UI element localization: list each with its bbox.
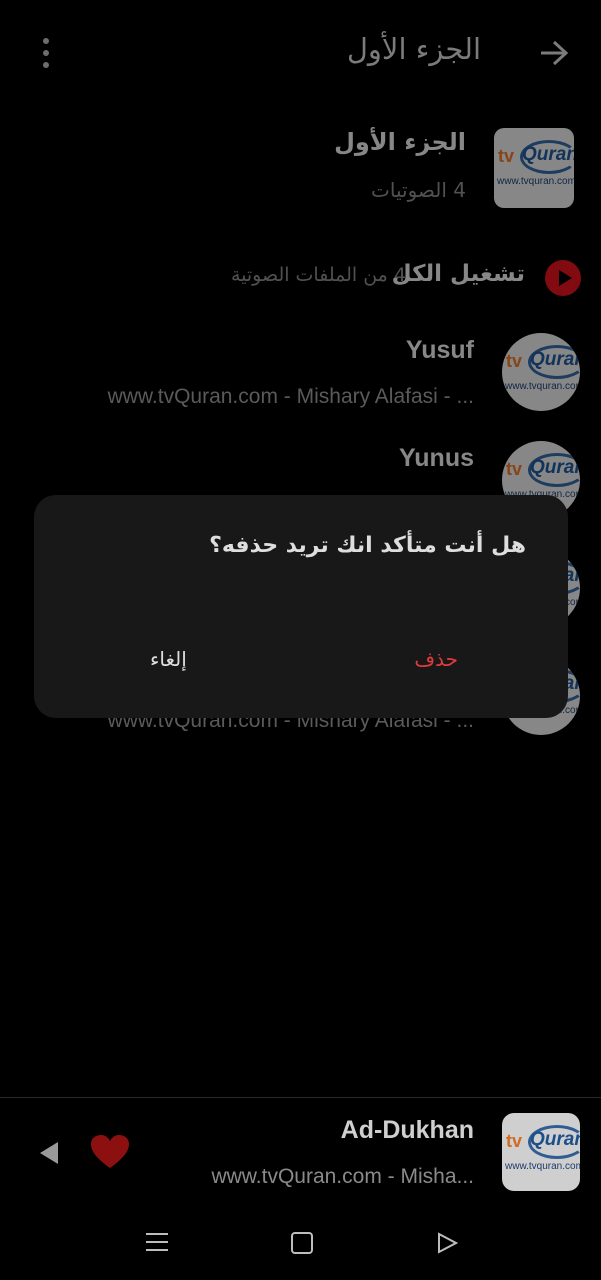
- player-title[interactable]: Ad-Dukhan: [341, 1116, 474, 1145]
- nav-home-icon[interactable]: [291, 1232, 313, 1254]
- player-logo[interactable]: tvQuranwww.tvquran.com: [502, 1113, 580, 1191]
- player-divider: [0, 1097, 601, 1098]
- confirm-delete-dialog: هل أنت متأكد انك تريد حذفه؟ حذف إلغاء: [34, 495, 568, 718]
- nav-recents-icon[interactable]: [146, 1233, 168, 1253]
- delete-button[interactable]: حذف: [414, 647, 458, 671]
- nav-back-icon[interactable]: [436, 1232, 458, 1254]
- dialog-message: هل أنت متأكد انك تريد حذفه؟: [209, 533, 526, 558]
- cancel-button[interactable]: إلغاء: [150, 647, 187, 671]
- previous-icon[interactable]: [38, 1140, 62, 1166]
- player-subtitle: www.tvQuran.com - Misha...: [211, 1165, 474, 1188]
- heart-icon[interactable]: [90, 1134, 130, 1170]
